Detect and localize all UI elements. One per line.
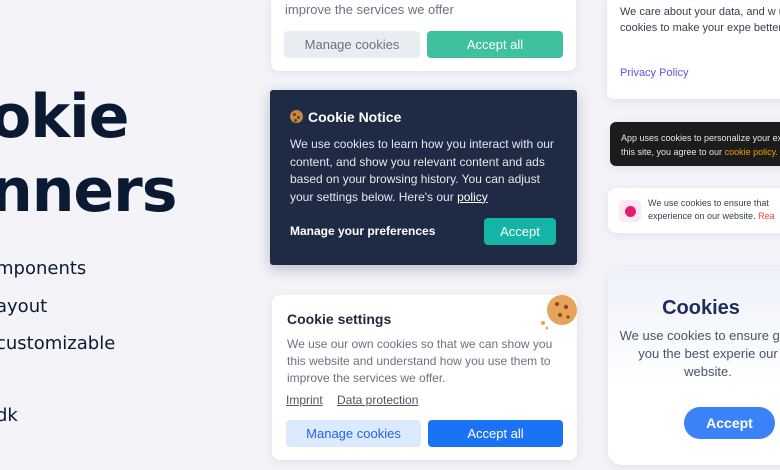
- privacy-banner: We care about your data, and w use cooki…: [607, 0, 780, 99]
- policy-link[interactable]: policy: [457, 190, 488, 204]
- accept-button[interactable]: Accept: [684, 407, 775, 439]
- accept-all-button[interactable]: Accept all: [427, 31, 563, 58]
- banner-text: improve the services we offer: [285, 2, 454, 17]
- hero-title: okie nners: [0, 80, 177, 228]
- small-banner-message: We use cookies to ensure that experience…: [648, 198, 769, 221]
- hero-feature-4: dk: [0, 405, 18, 426]
- cookie-policy-link[interactable]: cookie policy.: [725, 147, 778, 157]
- cookie-settings-title: Cookie settings: [287, 311, 392, 327]
- hero-feature-2: ayout: [0, 296, 48, 317]
- cookie-notice-body: We use cookies to learn how you interact…: [290, 136, 560, 206]
- hero-feature-3: customizable: [0, 333, 116, 354]
- read-more-link[interactable]: Rea: [758, 211, 775, 221]
- privacy-banner-text: We care about your data, and w use cooki…: [620, 6, 780, 34]
- cookie-banner-top: improve the services we offer Manage coo…: [271, 0, 576, 71]
- manage-preferences-link[interactable]: Manage your preferences: [290, 224, 435, 238]
- cookie-icon: [290, 110, 303, 123]
- cookie-settings-body: We use our own cookies so that we can sh…: [287, 337, 553, 385]
- cookies-modal-title: Cookies: [662, 297, 740, 319]
- cookies-modal-body: We use cookies to ensure give you the be…: [619, 328, 780, 379]
- cookie-notice-title: Cookie Notice: [290, 109, 401, 125]
- privacy-policy-link[interactable]: Privacy Policy: [620, 67, 688, 79]
- imprint-link[interactable]: Imprint: [286, 393, 323, 407]
- hero-feature-1: mponents: [0, 258, 87, 279]
- cookie-notice-title-text: Cookie Notice: [308, 109, 402, 125]
- cookie-notice-dark: Cookie Notice We use cookies to learn ho…: [270, 90, 577, 265]
- cookie-banner-small: We use cookies to ensure that experience…: [608, 188, 780, 233]
- small-banner-text: We use cookies to ensure that experience…: [648, 197, 780, 223]
- cookie-illustration-icon: [541, 295, 577, 330]
- accept-all-button[interactable]: Accept all: [428, 420, 563, 447]
- manage-cookies-button[interactable]: Manage cookies: [284, 31, 420, 58]
- manage-cookies-button[interactable]: Manage cookies: [286, 420, 421, 447]
- accept-button[interactable]: Accept: [484, 218, 556, 245]
- hero-title-line-1: okie: [0, 82, 129, 152]
- cookie-notice-text: We use cookies to learn how you interact…: [290, 137, 554, 204]
- cookies-modal: Cookies We use cookies to ensure give yo…: [608, 267, 780, 465]
- cookie-banner-dark-small: App uses cookies to personalize your exp…: [610, 122, 780, 166]
- data-protection-link[interactable]: Data protection: [337, 393, 418, 407]
- hero-title-line-2: nners: [0, 156, 177, 226]
- dark-banner-text: App uses cookies to personalize your exp…: [621, 131, 780, 159]
- cookie-settings-card: Cookie settings We use our own cookies s…: [272, 295, 577, 460]
- cookie-icon: [619, 200, 641, 222]
